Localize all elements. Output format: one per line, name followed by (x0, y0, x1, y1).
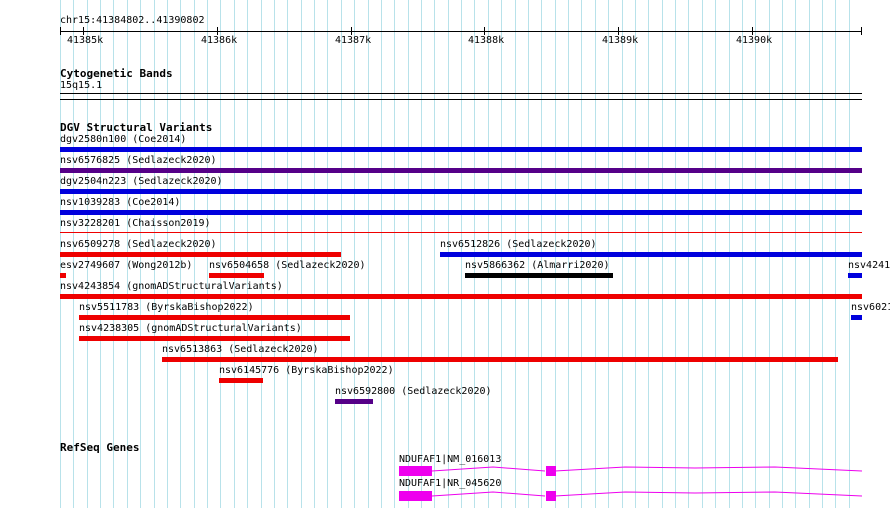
gene-intron (431, 491, 863, 497)
ruler-start-tick (60, 27, 61, 35)
ruler-tick-label: 41387k (335, 35, 372, 46)
sv-feature[interactable] (440, 252, 862, 257)
ruler-tick (351, 27, 352, 35)
ruler-tick-label: 41385k (67, 35, 104, 46)
sv-feature[interactable] (848, 273, 862, 278)
sv-feature[interactable] (60, 210, 862, 215)
gene-model[interactable] (395, 489, 865, 503)
cyto-band-top-line (60, 93, 862, 94)
sv-label: nsv6592800 (Sedlazeck2020) (335, 386, 492, 397)
sv-feature[interactable] (60, 147, 862, 152)
ruler-tick (618, 27, 619, 35)
sv-feature[interactable] (60, 252, 341, 257)
ruler-tick-label: 41389k (602, 35, 639, 46)
gene-exon (546, 491, 556, 501)
sv-label: nsv4238305 (gnomADStructuralVariants) (79, 323, 302, 334)
sv-label: nsv6145776 (ByrskaBishop2022) (219, 365, 394, 376)
sv-feature[interactable] (60, 189, 862, 194)
ruler-axis (60, 31, 862, 32)
gene-model[interactable] (395, 464, 865, 478)
genome-browser-view: chr15:41384802..41390802 41385k 41386k 413… (0, 0, 890, 508)
sv-label: nsv6509278 (Sedlazeck2020) (60, 239, 217, 250)
gene-exon (546, 466, 556, 476)
gene-exon (399, 491, 432, 501)
grid-line (381, 0, 382, 508)
sv-feature[interactable] (79, 315, 350, 320)
grid-line (341, 0, 342, 508)
cyto-band-bottom-line (60, 99, 862, 100)
sv-feature[interactable] (209, 273, 264, 278)
sv-feature[interactable] (465, 273, 613, 278)
grid-line (394, 0, 395, 508)
grid-line (421, 0, 422, 508)
sv-feature[interactable] (851, 315, 862, 320)
ruler-tick (83, 27, 84, 35)
grid-line (408, 0, 409, 508)
sv-feature[interactable] (219, 378, 263, 383)
sv-feature[interactable] (60, 168, 862, 173)
sv-feature[interactable] (335, 399, 373, 404)
ruler-tick (217, 27, 218, 35)
ruler-tick-label: 41388k (468, 35, 505, 46)
ruler-tick (752, 27, 753, 35)
sv-label: nsv6021 (851, 302, 890, 313)
ruler-tick (484, 27, 485, 35)
grid-line (354, 0, 355, 508)
sv-label: nsv6512826 (Sedlazeck2020) (440, 239, 597, 250)
sv-label: nsv6576825 (Sedlazeck2020) (60, 155, 217, 166)
sv-feature[interactable] (162, 357, 838, 362)
sv-feature[interactable] (79, 336, 350, 341)
sv-label: nsv1039283 (Coe2014) (60, 197, 181, 208)
grid-line (434, 0, 435, 508)
sv-feature[interactable] (60, 294, 862, 299)
ruler-end-tick (861, 27, 862, 35)
ruler-tick-label: 41386k (201, 35, 238, 46)
gene-exon (399, 466, 432, 476)
dgv-track-title: DGV Structural Variants (60, 121, 213, 134)
sv-label: esv2749607 (Wong2012b) (60, 260, 193, 271)
sv-label: nsv4243854 (gnomADStructuralVariants) (60, 281, 283, 292)
sv-label: nsv5866362 (Almarri2020) (465, 260, 610, 271)
cyto-band-label: 15q15.1 (60, 80, 103, 91)
sv-label: nsv3228201 (Chaisson2019) (60, 218, 211, 229)
sv-label: nsv6504658 (Sedlazeck2020) (209, 260, 366, 271)
region-label: chr15:41384802..41390802 (60, 15, 205, 26)
sv-label: dgv2504n223 (Sedlazeck2020) (60, 176, 223, 187)
sv-label: nsv5511783 (ByrskaBishop2022) (79, 302, 254, 313)
sv-feature[interactable] (60, 273, 66, 278)
cyto-track-title: Cytogenetic Bands (60, 67, 173, 80)
ruler-tick-label: 41390k (736, 35, 773, 46)
sv-feature[interactable] (60, 232, 862, 233)
refseq-track-title: RefSeq Genes (60, 441, 140, 454)
sv-label: dgv2580n100 (Coe2014) (60, 134, 187, 145)
gene-intron (431, 466, 863, 472)
grid-line (368, 0, 369, 508)
sv-label: nsv4241 (848, 260, 890, 271)
sv-label: nsv6513863 (Sedlazeck2020) (162, 344, 319, 355)
